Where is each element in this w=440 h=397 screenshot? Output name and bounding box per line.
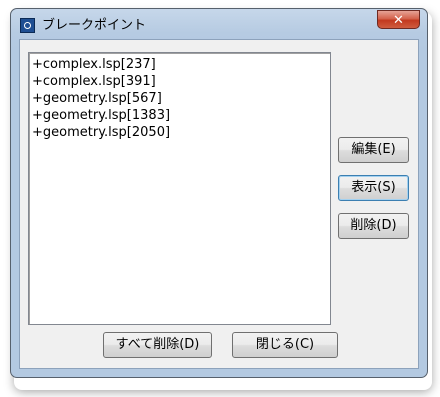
app-icon	[20, 18, 35, 33]
list-item[interactable]: +geometry.lsp[567]	[32, 90, 330, 107]
close-window-button[interactable]: ✕	[377, 10, 420, 29]
edit-button[interactable]: 編集(E)	[338, 137, 409, 163]
delete-all-button[interactable]: すべて削除(D)	[103, 332, 212, 358]
close-icon: ✕	[393, 13, 404, 28]
breakpoint-list[interactable]: +complex.lsp[237] +complex.lsp[391] +geo…	[28, 52, 331, 325]
list-item[interactable]: +geometry.lsp[2050]	[32, 124, 330, 141]
list-item[interactable]: +geometry.lsp[1383]	[32, 107, 330, 124]
list-item[interactable]: +complex.lsp[391]	[32, 73, 330, 90]
list-item[interactable]: +complex.lsp[237]	[32, 56, 330, 73]
breakpoint-dialog: ブレークポイント ✕ +complex.lsp[237] +complex.ls…	[10, 8, 428, 378]
show-button[interactable]: 表示(S)	[338, 175, 409, 201]
close-button[interactable]: 閉じる(C)	[232, 332, 338, 358]
window-title: ブレークポイント	[42, 18, 147, 33]
dialog-client-area: +complex.lsp[237] +complex.lsp[391] +geo…	[19, 39, 419, 369]
delete-button[interactable]: 削除(D)	[338, 213, 409, 239]
title-bar[interactable]: ブレークポイント ✕	[11, 9, 427, 39]
